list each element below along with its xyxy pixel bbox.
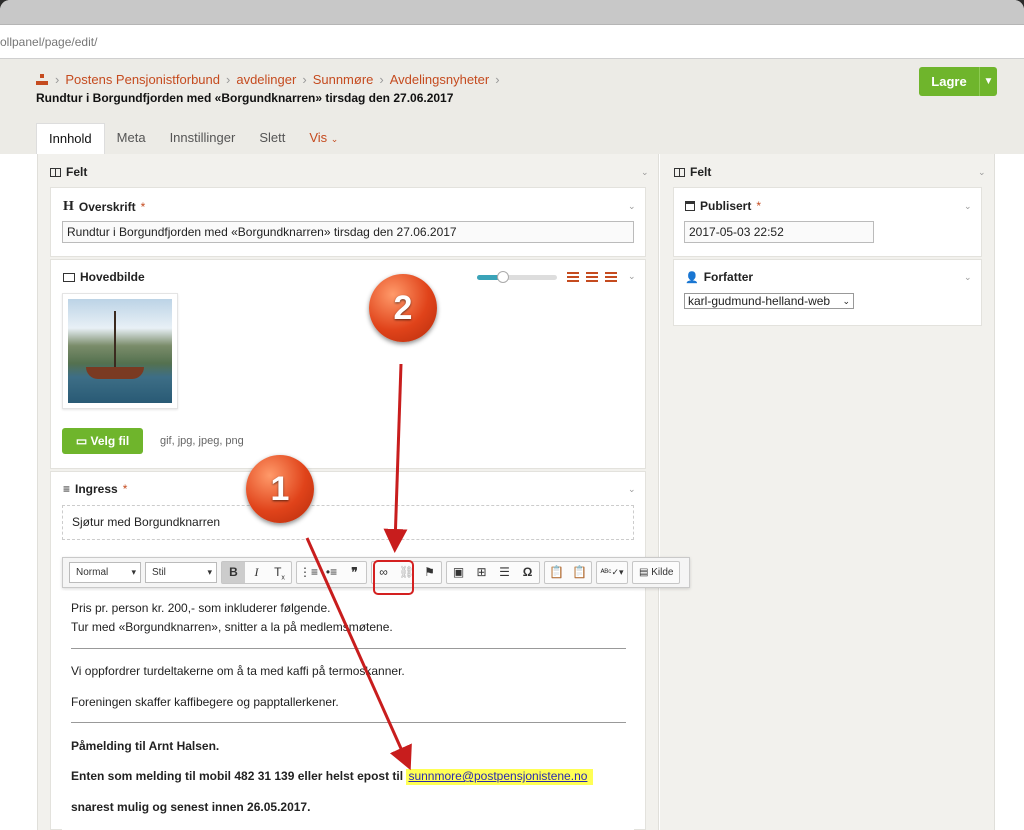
arrow-to-email-link — [305, 537, 412, 771]
browser-window: ollpanel/page/edit/ › Postens Pensjonist… — [0, 0, 1024, 830]
annotation-marker-1: 1 — [246, 455, 314, 523]
annotation-arrows — [305, 363, 412, 771]
annotation-marker-2: 2 — [369, 274, 437, 342]
arrow-to-link-button — [383, 363, 408, 553]
